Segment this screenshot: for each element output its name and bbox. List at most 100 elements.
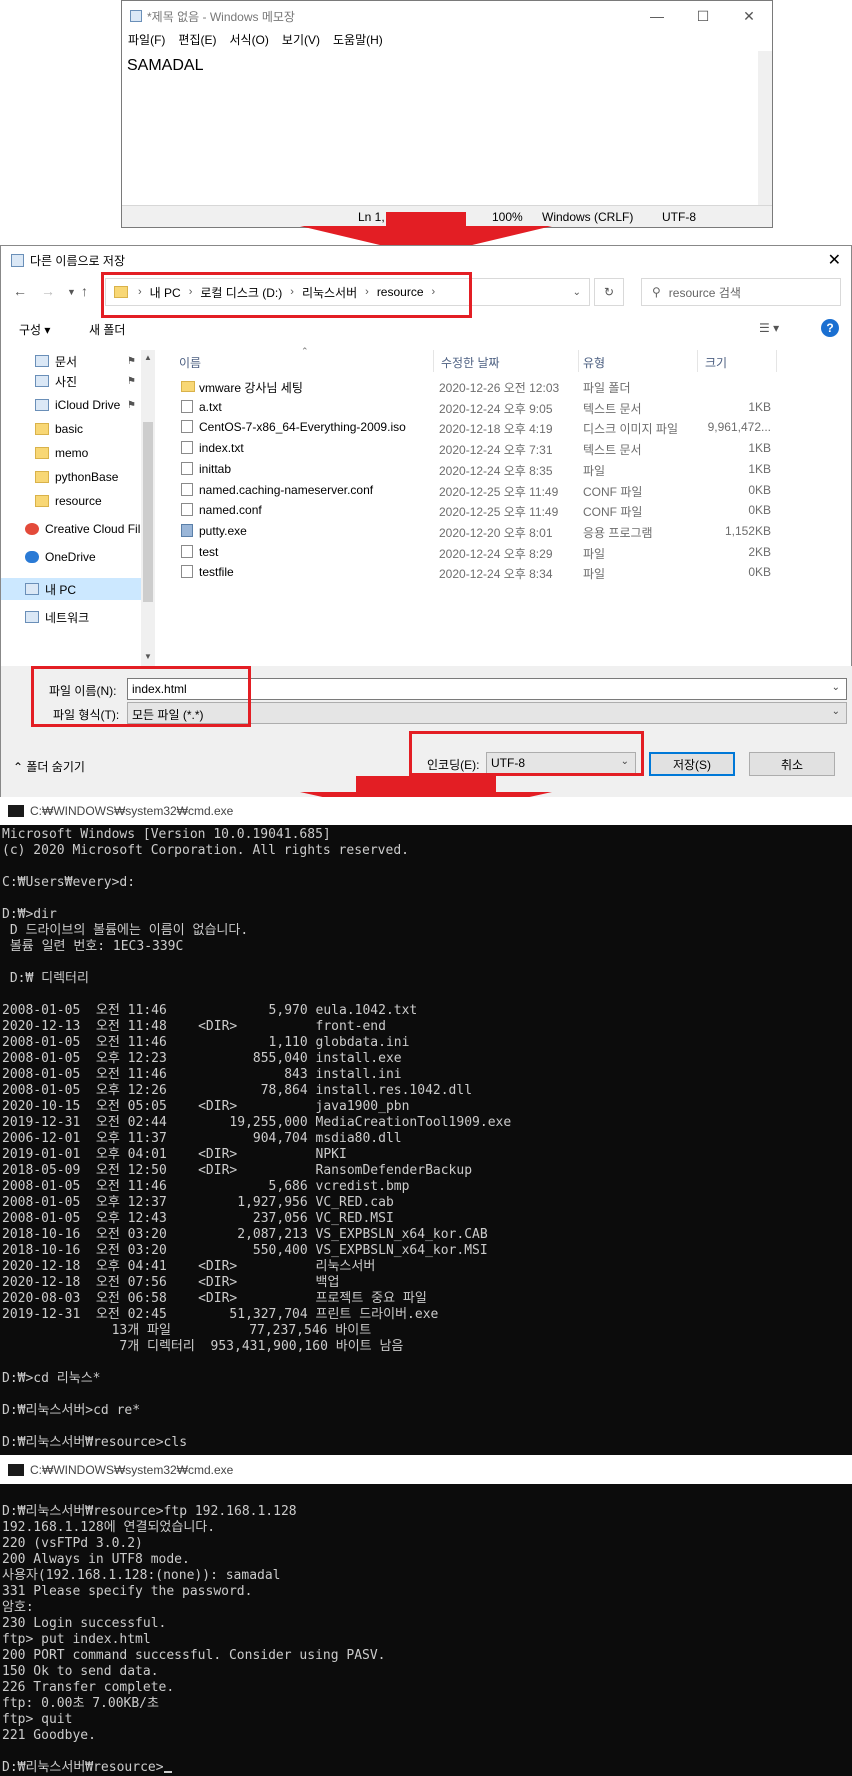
view-options-icon[interactable]: ☰ ▾ (759, 321, 779, 335)
chevron-down-icon[interactable]: ⌄ (573, 287, 581, 298)
file-list: 이름 ⌃ 수정한 날짜 유형 크기 vmware 강사님 세팅 2020-12-2… (171, 346, 851, 666)
console-line: 2008-01-05 오전 11:46 5,686 vcredist.bmp (2, 1179, 410, 1194)
console-line: 2020-12-18 오전 07:56 <DIR> 백업 (2, 1275, 340, 1290)
chevron-down-icon[interactable]: ⌄ (832, 682, 840, 693)
file-row[interactable]: inittab 2020-12-24 오후 8:35 파일 1KB (171, 459, 851, 480)
file-name: putty.exe (199, 523, 247, 538)
sidebar-item[interactable]: 네트워크 (1, 606, 141, 628)
file-date: 2020-12-26 오전 12:03 (439, 381, 560, 395)
cancel-button[interactable]: 취소 (749, 752, 835, 776)
file-size: 0KB (748, 482, 771, 497)
sidebar-item[interactable]: resource (1, 490, 141, 512)
console-line: 220 (vsFTPd 3.0.2) (2, 1536, 143, 1551)
pin-icon[interactable]: ⚑ (127, 356, 136, 367)
dialog-titlebar[interactable]: 다른 이름으로 저장 (1, 246, 851, 274)
notepad-text-area[interactable]: SAMADAL (122, 51, 760, 206)
menu-format[interactable]: 서식(O) (229, 31, 268, 51)
file-name: index.txt (199, 441, 244, 456)
cmd-window-1[interactable]: Microsoft Windows [Version 10.0.19041.68… (0, 825, 852, 1455)
menu-view[interactable]: 보기(V) (282, 31, 320, 51)
cloud-icon (35, 399, 49, 411)
console-line: 2018-10-16 오전 03:20 2,087,213 VS_EXPBSLN… (2, 1227, 488, 1242)
cmd-titlebar[interactable]: C:₩WINDOWS₩system32₩cmd.exe (0, 1456, 852, 1484)
status-encoding: UTF-8 (662, 210, 696, 224)
refresh-icon[interactable]: ↻ (594, 278, 624, 306)
sidebar-item[interactable]: memo (1, 442, 141, 464)
sidebar-item[interactable]: OneDrive (1, 546, 141, 568)
scroll-thumb[interactable] (143, 422, 153, 602)
console-line: 2019-12-31 오전 02:45 51,327,704 프린트 드라이버.… (2, 1307, 439, 1322)
forward-arrow-icon[interactable]: → (41, 283, 55, 299)
close-icon[interactable]: ✕ (828, 250, 841, 270)
sidebar-item[interactable]: 내 PC (1, 578, 141, 600)
sidebar-item[interactable]: 사진 ⚑ (1, 370, 141, 392)
recent-chevron-icon[interactable]: ▼ (67, 287, 76, 297)
file-icon (181, 565, 193, 579)
file-row[interactable]: named.caching-nameserver.conf 2020-12-25 … (171, 480, 851, 501)
maximize-icon[interactable]: ☐ (680, 1, 726, 31)
text-file-icon (181, 399, 193, 413)
console-icon (8, 1464, 24, 1476)
help-icon[interactable]: ? (821, 319, 839, 337)
menu-help[interactable]: 도움말(H) (333, 31, 383, 51)
organize-button[interactable]: 구성 ▾ (19, 321, 50, 338)
scroll-up-icon[interactable]: ▲ (144, 353, 152, 362)
notepad-scrollbar[interactable] (758, 51, 772, 206)
sidebar-item[interactable]: pythonBase (1, 466, 141, 488)
pin-icon[interactable]: ⚑ (127, 376, 136, 387)
file-date: 2020-12-24 오후 7:31 (439, 443, 553, 458)
file-row[interactable]: named.conf 2020-12-25 오후 11:49 CONF 파일 0KB (171, 500, 851, 521)
cmd-titlebar[interactable]: C:₩WINDOWS₩system32₩cmd.exe (0, 797, 852, 825)
save-button[interactable]: 저장(S) (649, 752, 735, 776)
file-row[interactable]: index.txt 2020-12-24 오후 7:31 텍스트 문서 1KB (171, 438, 851, 459)
close-icon[interactable]: ✕ (726, 1, 772, 31)
file-type: 텍스트 문서 (583, 401, 642, 416)
up-arrow-icon[interactable]: ↑ (81, 283, 88, 299)
column-name[interactable]: 이름 (179, 354, 201, 371)
file-icon (181, 461, 193, 475)
putty-icon (181, 523, 193, 537)
sidebar-item[interactable]: Creative Cloud Fil (1, 518, 141, 540)
pin-icon[interactable]: ⚑ (127, 400, 136, 411)
file-row[interactable]: test 2020-12-24 오후 8:29 파일 2KB (171, 542, 851, 563)
new-folder-button[interactable]: 새 폴더 (89, 321, 125, 338)
navigation-pane-scrollbar[interactable]: ▲ ▼ (141, 350, 155, 666)
file-row[interactable]: CentOS-7-x86_64-Everything-2009.iso 2020-… (171, 417, 851, 438)
cmd-title: C:₩WINDOWS₩system32₩cmd.exe (30, 1463, 234, 1477)
hide-folders-toggle[interactable]: ⌃ 폴더 숨기기 (13, 758, 85, 775)
back-arrow-icon[interactable]: ← (13, 283, 27, 299)
console-line: 2018-05-09 오전 12:50 <DIR> RansomDefender… (2, 1163, 473, 1178)
console-line: 2019-01-01 오후 04:01 <DIR> NPKI (2, 1147, 347, 1162)
console-line: D:₩리눅스서버₩resource> (2, 1760, 172, 1776)
column-type[interactable]: 유형 (583, 354, 605, 371)
console-line: 221 Goodbye. (2, 1728, 96, 1743)
console-line: ftp> quit (2, 1712, 73, 1727)
file-row[interactable]: testfile 2020-12-24 오후 8:34 파일 0KB (171, 562, 851, 583)
console-line: 2020-08-03 오전 06:58 <DIR> 프로젝트 중요 파일 (2, 1291, 427, 1306)
console-icon (8, 805, 24, 817)
cmd-window-2[interactable]: D:₩리눅스서버₩resource>ftp 192.168.1.128 192.1… (0, 1484, 852, 1776)
sidebar-item[interactable]: basic (1, 418, 141, 440)
sidebar-item-label: iCloud Drive (55, 398, 121, 412)
file-row[interactable]: putty.exe 2020-12-20 오후 8:01 응용 프로그램 1,152K… (171, 521, 851, 542)
scroll-down-icon[interactable]: ▼ (144, 652, 152, 661)
sidebar-item-label: basic (55, 422, 84, 436)
file-row[interactable]: vmware 강사님 세팅 2020-12-26 오전 12:03 파일 폴더 (171, 376, 851, 397)
menu-edit[interactable]: 편집(E) (178, 31, 216, 51)
file-name: testfile (199, 565, 234, 580)
chevron-down-icon[interactable]: ⌄ (832, 706, 840, 717)
column-date[interactable]: 수정한 날짜 (441, 354, 500, 371)
file-date: 2020-12-25 오후 11:49 (439, 505, 559, 520)
search-input[interactable]: ⚲ resource 검색 (641, 278, 841, 306)
sidebar-item-label: memo (55, 446, 89, 460)
menu-file[interactable]: 파일(F) (128, 31, 165, 51)
hide-folders-label: 폴더 숨기기 (26, 760, 85, 774)
notepad-menubar: 파일(F) 편집(E) 서식(O) 보기(V) 도움말(H) (122, 31, 772, 51)
console-line: D:₩리눅스서버₩resource>cls (2, 1435, 188, 1450)
file-row[interactable]: a.txt 2020-12-24 오후 9:05 텍스트 문서 1KB (171, 397, 851, 418)
minimize-icon[interactable]: — (634, 1, 680, 31)
file-name: CentOS-7-x86_64-Everything-2009.iso (199, 420, 406, 435)
sidebar-item[interactable]: iCloud Drive ⚑ (1, 394, 141, 416)
column-size[interactable]: 크기 (705, 354, 727, 371)
sidebar-item[interactable]: 문서 ⚑ (1, 350, 141, 372)
